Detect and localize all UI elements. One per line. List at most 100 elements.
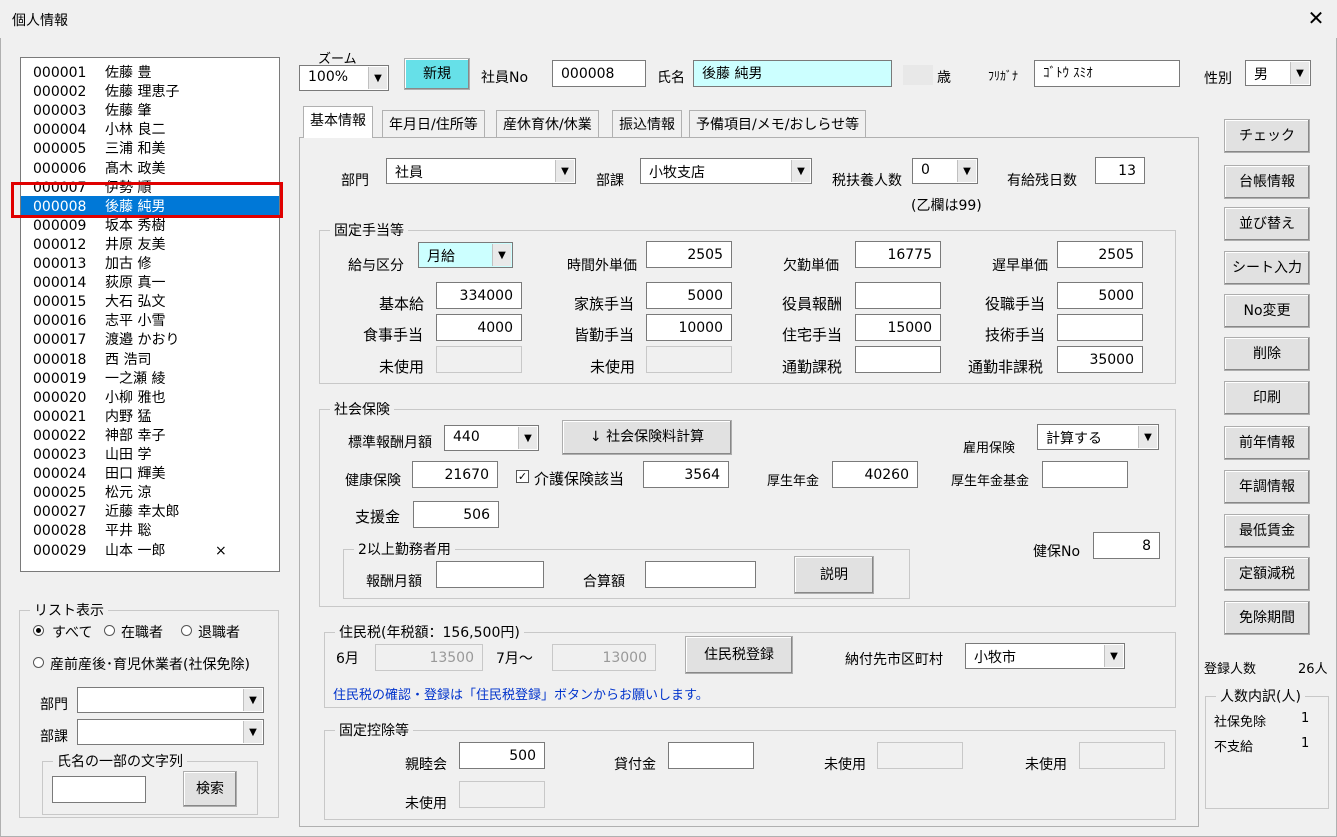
check-button[interactable]: チェック bbox=[1224, 119, 1310, 153]
emp-no-field[interactable]: 000008 bbox=[552, 60, 646, 87]
city-select[interactable]: 小牧市 ▼ bbox=[965, 643, 1125, 669]
housing-field[interactable]: 15000 bbox=[855, 314, 941, 341]
resident-tax-register-button[interactable]: 住民税登録 bbox=[685, 636, 793, 674]
skill-field[interactable] bbox=[1057, 314, 1143, 341]
list-item[interactable]: 000016 志平 小雪 bbox=[33, 310, 215, 329]
family-field[interactable]: 5000 bbox=[646, 282, 732, 309]
radio-active[interactable] bbox=[104, 625, 115, 636]
list-item[interactable]: 000002 佐藤 理恵子 bbox=[33, 81, 215, 100]
pension-fund-field[interactable] bbox=[1042, 461, 1128, 488]
std-select[interactable]: 440 ▼ bbox=[444, 425, 539, 451]
tab-leave[interactable]: 産休育休/休業 bbox=[496, 110, 599, 137]
name-field[interactable]: 後藤 純男 bbox=[693, 60, 892, 87]
new-button[interactable]: 新規 bbox=[404, 58, 470, 90]
support-field[interactable]: 506 bbox=[413, 501, 499, 528]
care-field[interactable]: 3564 bbox=[643, 461, 729, 488]
list-item[interactable]: 000028 平井 聡 bbox=[33, 520, 215, 539]
attendance-field[interactable]: 10000 bbox=[646, 314, 732, 341]
explain-button[interactable]: 説明 bbox=[794, 556, 874, 594]
list-item[interactable]: 000023 山田 学 bbox=[33, 444, 215, 463]
filter-dept-select[interactable]: ▼ bbox=[77, 687, 264, 713]
unused-d2-field bbox=[1079, 742, 1165, 769]
delete-button[interactable]: 削除 bbox=[1224, 337, 1310, 371]
social-field[interactable]: 500 bbox=[459, 742, 545, 769]
loan-field[interactable] bbox=[668, 742, 754, 769]
tab-reserve[interactable]: 予備項目/メモ/おしらせ等 bbox=[689, 110, 867, 137]
base-field[interactable]: 334000 bbox=[436, 282, 522, 309]
list-item[interactable]: 000004 小林 良二 bbox=[33, 119, 215, 138]
overtime-field[interactable]: 2505 bbox=[646, 241, 732, 268]
selection-highlight-box bbox=[11, 182, 283, 218]
radio-retired[interactable] bbox=[181, 625, 192, 636]
name-search-input[interactable] bbox=[52, 776, 146, 803]
radio-all[interactable] bbox=[33, 625, 44, 636]
meal-field[interactable]: 4000 bbox=[436, 314, 522, 341]
sheet-input-button[interactable]: シート入力 bbox=[1224, 251, 1310, 285]
list-item[interactable]: 000013 加古 修 bbox=[33, 253, 215, 272]
dependents-select[interactable]: 0 ▼ bbox=[912, 158, 978, 184]
prev-year-button[interactable]: 前年情報 bbox=[1224, 426, 1310, 460]
commute-free-field[interactable]: 35000 bbox=[1057, 346, 1143, 373]
commute-tax-field[interactable] bbox=[855, 346, 941, 373]
list-item[interactable]: 000003 佐藤 肇 bbox=[33, 100, 215, 119]
employment-select[interactable]: 計算する ▼ bbox=[1037, 424, 1159, 450]
gender-select[interactable]: 男 ▼ bbox=[1245, 60, 1311, 86]
employee-name: 山本 一郎 bbox=[105, 542, 166, 559]
list-item[interactable]: 000018 西 浩司 bbox=[33, 349, 215, 368]
list-item[interactable]: 000027 近藤 幸太郎 bbox=[33, 501, 215, 520]
radio-leave-label: 産前産後･育児休業者(社保免除) bbox=[50, 657, 250, 673]
list-item[interactable]: 000020 小柳 雅也 bbox=[33, 387, 215, 406]
sort-button[interactable]: 並び替え bbox=[1224, 207, 1310, 241]
total-field[interactable] bbox=[645, 561, 756, 588]
list-item[interactable]: 000006 髙木 政美 bbox=[33, 158, 215, 177]
close-icon[interactable]: ✕ bbox=[1304, 6, 1328, 30]
list-item[interactable]: 000017 渡邉 かおり bbox=[33, 329, 215, 348]
tab-dates-address[interactable]: 年月日/住所等 bbox=[382, 110, 485, 137]
search-button[interactable]: 検索 bbox=[183, 771, 237, 807]
list-item[interactable]: 000001 佐藤 豊 bbox=[33, 62, 215, 81]
tab-basic[interactable]: 基本情報 bbox=[303, 106, 373, 138]
list-item[interactable]: 000025 松元 涼 bbox=[33, 482, 215, 501]
employee-list[interactable]: 000001 佐藤 豊 000002 佐藤 理恵子 000003 佐藤 肇 000004 小林… bbox=[20, 57, 280, 572]
unused-d3-field bbox=[459, 781, 545, 808]
pension-field[interactable]: 40260 bbox=[832, 461, 918, 488]
social-label: 親睦会 bbox=[405, 757, 447, 773]
monthly-field[interactable] bbox=[436, 561, 544, 588]
list-item[interactable]: 000015 大石 弘文 bbox=[33, 291, 215, 310]
kana-field[interactable]: ｺﾞﾄｳ ｽﾐｵ bbox=[1034, 60, 1180, 87]
position-field[interactable]: 5000 bbox=[1057, 282, 1143, 309]
section-select[interactable]: 小牧支店 ▼ bbox=[640, 158, 812, 184]
exempt-period-button[interactable]: 免除期間 bbox=[1224, 601, 1310, 635]
health-field[interactable]: 21670 bbox=[412, 461, 498, 488]
absence-field[interactable]: 16775 bbox=[855, 241, 941, 268]
kenpo-field[interactable]: 8 bbox=[1093, 532, 1160, 559]
care-checkbox[interactable]: ✓ bbox=[516, 470, 529, 483]
fixed-tax-cut-button[interactable]: 定額減税 bbox=[1224, 557, 1310, 591]
list-item[interactable]: 000005 三浦 和美 bbox=[33, 138, 215, 157]
filter-section-select[interactable]: ▼ bbox=[77, 719, 264, 745]
list-item[interactable]: 000014 荻原 真一 bbox=[33, 272, 215, 291]
list-item[interactable]: 000019 一之瀬 綾 bbox=[33, 368, 215, 387]
print-button[interactable]: 印刷 bbox=[1224, 381, 1310, 415]
min-wage-button[interactable]: 最低賃金 bbox=[1224, 514, 1310, 548]
radio-leave[interactable] bbox=[33, 657, 44, 668]
late-field[interactable]: 2505 bbox=[1057, 241, 1143, 268]
list-item[interactable]: 000012 井原 友美 bbox=[33, 234, 215, 253]
tab-transfer[interactable]: 振込情報 bbox=[612, 110, 682, 137]
year-end-button[interactable]: 年調情報 bbox=[1224, 470, 1310, 504]
paid-leave-field[interactable]: 13 bbox=[1095, 157, 1145, 184]
list-item[interactable]: 000029 山本 一郎 × bbox=[33, 540, 227, 559]
list-item[interactable]: 000024 田口 輝美 bbox=[33, 463, 215, 482]
employee-name: 佐藤 肇 bbox=[105, 103, 152, 120]
dept-select[interactable]: 社員 ▼ bbox=[386, 158, 576, 184]
officer-field[interactable] bbox=[855, 282, 941, 309]
list-item[interactable]: 000021 内野 猛 bbox=[33, 406, 215, 425]
ledger-button[interactable]: 台帳情報 bbox=[1224, 165, 1310, 199]
employee-id: 000022 bbox=[33, 427, 87, 444]
no-change-button[interactable]: No変更 bbox=[1224, 294, 1310, 328]
july-field: 13000 bbox=[552, 644, 656, 671]
calc-insurance-button[interactable]: ↓ 社会保険料計算 bbox=[562, 420, 732, 455]
list-item[interactable]: 000022 神部 幸子 bbox=[33, 425, 215, 444]
zoom-select[interactable]: 100% ▼ bbox=[299, 65, 389, 91]
pay-type-select[interactable]: 月給 ▼ bbox=[418, 242, 513, 268]
